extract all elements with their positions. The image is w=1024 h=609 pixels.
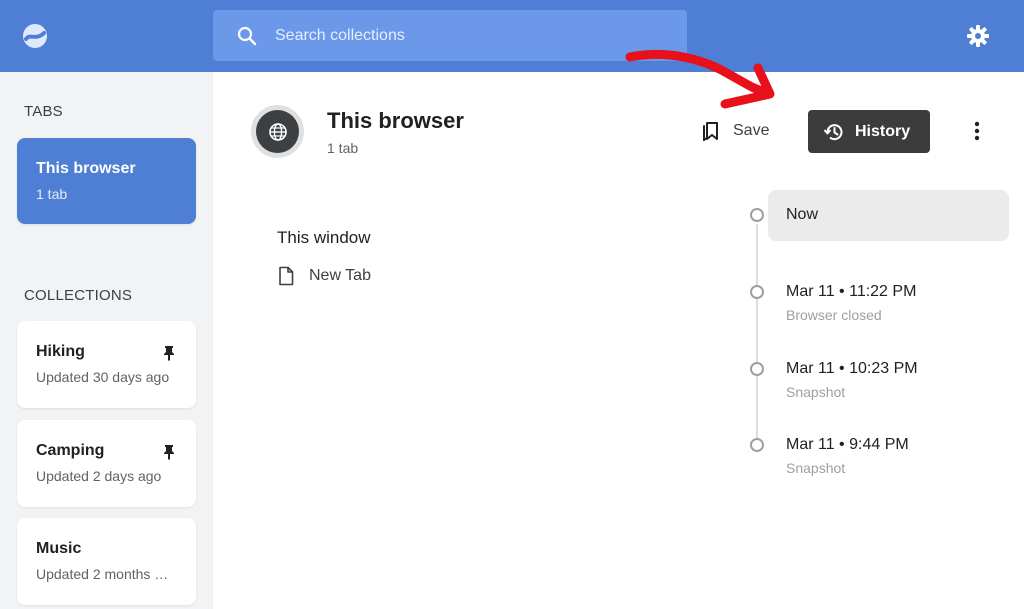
main-panel: This browser 1 tab Save History This win… (213, 72, 1024, 609)
save-label: Save (733, 122, 770, 139)
collections-section-label: COLLECTIONS (24, 287, 133, 304)
timeline-dot (750, 208, 764, 222)
history-icon (823, 123, 843, 140)
collection-card-hiking[interactable]: Hiking Updated 30 days ago (17, 321, 196, 408)
window-label: This window (277, 228, 371, 247)
search-input[interactable] (275, 10, 675, 61)
collection-updated: Updated 30 days ago (36, 369, 170, 385)
timeline-dot (750, 438, 764, 452)
logo-icon[interactable] (22, 23, 48, 49)
collection-updated: Updated 2 months ago (36, 566, 176, 582)
history-label: History (855, 122, 911, 140)
tabs-section-label: TABS (24, 103, 63, 120)
page-subtitle: 1 tab (327, 140, 359, 156)
bookmark-icon (703, 122, 718, 141)
globe-icon (268, 122, 287, 141)
timeline-subtitle: Snapshot (786, 384, 846, 400)
browser-avatar (251, 105, 304, 158)
pin-icon[interactable] (162, 345, 176, 361)
collection-updated: Updated 2 days ago (36, 468, 162, 484)
timeline-title: Mar 11 • 11:22 PM (786, 283, 917, 300)
sidebar-item-title: This browser (36, 160, 136, 177)
gear-icon[interactable] (966, 24, 990, 48)
timeline-title: Now (786, 206, 819, 223)
history-button[interactable]: History (808, 110, 930, 153)
search-icon (237, 26, 257, 46)
timeline-subtitle: Browser closed (786, 307, 882, 323)
timeline-title: Mar 11 • 9:44 PM (786, 436, 909, 453)
timeline-subtitle: Snapshot (786, 460, 846, 476)
tab-title: New Tab (309, 267, 371, 284)
collection-card-music[interactable]: Music Updated 2 months ago (17, 518, 196, 605)
collection-card-camping[interactable]: Camping Updated 2 days ago (17, 420, 196, 507)
more-vert-icon[interactable] (965, 119, 989, 143)
top-bar (0, 0, 1024, 72)
tab-item[interactable]: New Tab (277, 266, 371, 286)
sidebar: TABS This browser 1 tab COLLECTIONS Hiki… (0, 72, 213, 609)
save-button[interactable]: Save (703, 116, 769, 146)
file-icon (279, 266, 294, 286)
timeline-dot (750, 285, 764, 299)
collection-title: Music (36, 540, 82, 557)
sidebar-item-subtitle: 1 tab (36, 186, 68, 202)
pin-icon[interactable] (162, 444, 176, 460)
sidebar-item-this-browser[interactable]: This browser 1 tab (17, 138, 196, 224)
page-title: This browser (327, 108, 464, 133)
search-bar[interactable] (213, 10, 687, 61)
timeline-line (756, 224, 758, 444)
timeline-title: Mar 11 • 10:23 PM (786, 360, 918, 377)
timeline-dot (750, 362, 764, 376)
